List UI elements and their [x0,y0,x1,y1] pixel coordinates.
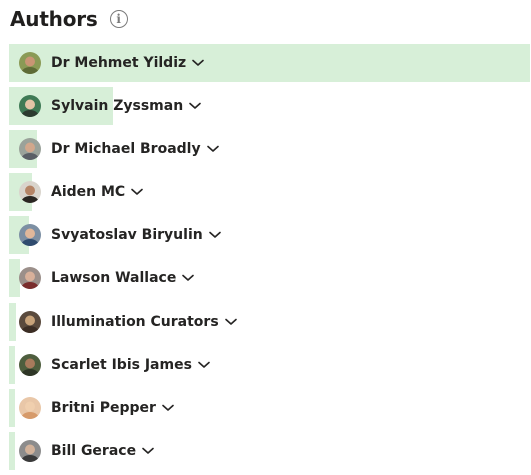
chevron-down-icon[interactable] [198,360,212,370]
avatar [19,353,41,376]
author-row[interactable]: Dr Mehmet Yildiz [9,44,530,82]
author-name[interactable]: Lawson Wallace [51,270,176,286]
info-icon[interactable]: i [109,10,128,28]
chevron-down-icon[interactable] [182,273,196,283]
author-entry[interactable]: Britni Pepper [19,389,176,427]
author-name[interactable]: Aiden MC [51,184,125,200]
panel-header: Authors i [10,4,128,34]
avatar [19,138,41,161]
author-row[interactable]: Scarlet Ibis James [9,345,530,384]
author-list: Dr Mehmet Yildiz Sylvain Zyssman Dr Michae… [9,44,530,475]
panel-title: Authors [10,7,98,31]
author-row[interactable]: Svyatoslav Biryulin [9,216,530,255]
chevron-down-icon[interactable] [206,144,221,154]
author-bar [9,388,15,427]
author-row[interactable]: Illumination Curators [9,302,530,341]
author-entry[interactable]: Dr Michael Broadly [19,130,221,168]
avatar [19,396,41,419]
author-name[interactable]: Svyatoslav Biryulin [51,227,203,243]
author-entry[interactable]: Illumination Curators [19,303,239,341]
avatar [19,310,41,333]
author-bar [9,431,15,470]
chevron-down-icon[interactable] [131,187,145,197]
author-name[interactable]: Scarlet Ibis James [51,357,192,373]
author-name[interactable]: Sylvain Zyssman [51,98,183,114]
avatar [19,52,41,74]
chevron-down-icon[interactable] [224,317,239,327]
author-entry[interactable]: Scarlet Ibis James [19,346,212,384]
author-entry[interactable]: Lawson Wallace [19,259,196,297]
chevron-down-icon[interactable] [208,230,223,240]
author-row[interactable]: Britni Pepper [9,388,530,427]
avatar [19,224,41,247]
author-entry[interactable]: Svyatoslav Biryulin [19,216,223,254]
author-bar [9,302,16,341]
author-row[interactable]: Bill Gerace [9,431,530,470]
author-name[interactable]: Illumination Curators [51,314,219,330]
author-entry[interactable]: Sylvain Zyssman [19,87,203,125]
author-name[interactable]: Dr Mehmet Yildiz [51,55,186,71]
author-entry[interactable]: Bill Gerace [19,432,156,470]
author-row[interactable]: Lawson Wallace [9,259,530,298]
author-row[interactable]: Sylvain Zyssman [9,87,530,126]
author-entry[interactable]: Dr Mehmet Yildiz [19,44,206,82]
author-name[interactable]: Britni Pepper [51,400,156,416]
chevron-down-icon[interactable] [192,58,206,68]
avatar [19,181,41,204]
avatar [19,267,41,290]
chevron-down-icon[interactable] [162,403,176,413]
chevron-down-icon[interactable] [142,446,156,456]
author-entry[interactable]: Aiden MC [19,173,145,211]
author-bar [9,345,15,384]
author-row[interactable]: Aiden MC [9,173,530,212]
avatar [19,439,41,462]
chevron-down-icon[interactable] [189,101,203,111]
author-name[interactable]: Dr Michael Broadly [51,141,201,157]
avatar [19,95,41,118]
author-name[interactable]: Bill Gerace [51,443,136,459]
author-row[interactable]: Dr Michael Broadly [9,130,530,169]
